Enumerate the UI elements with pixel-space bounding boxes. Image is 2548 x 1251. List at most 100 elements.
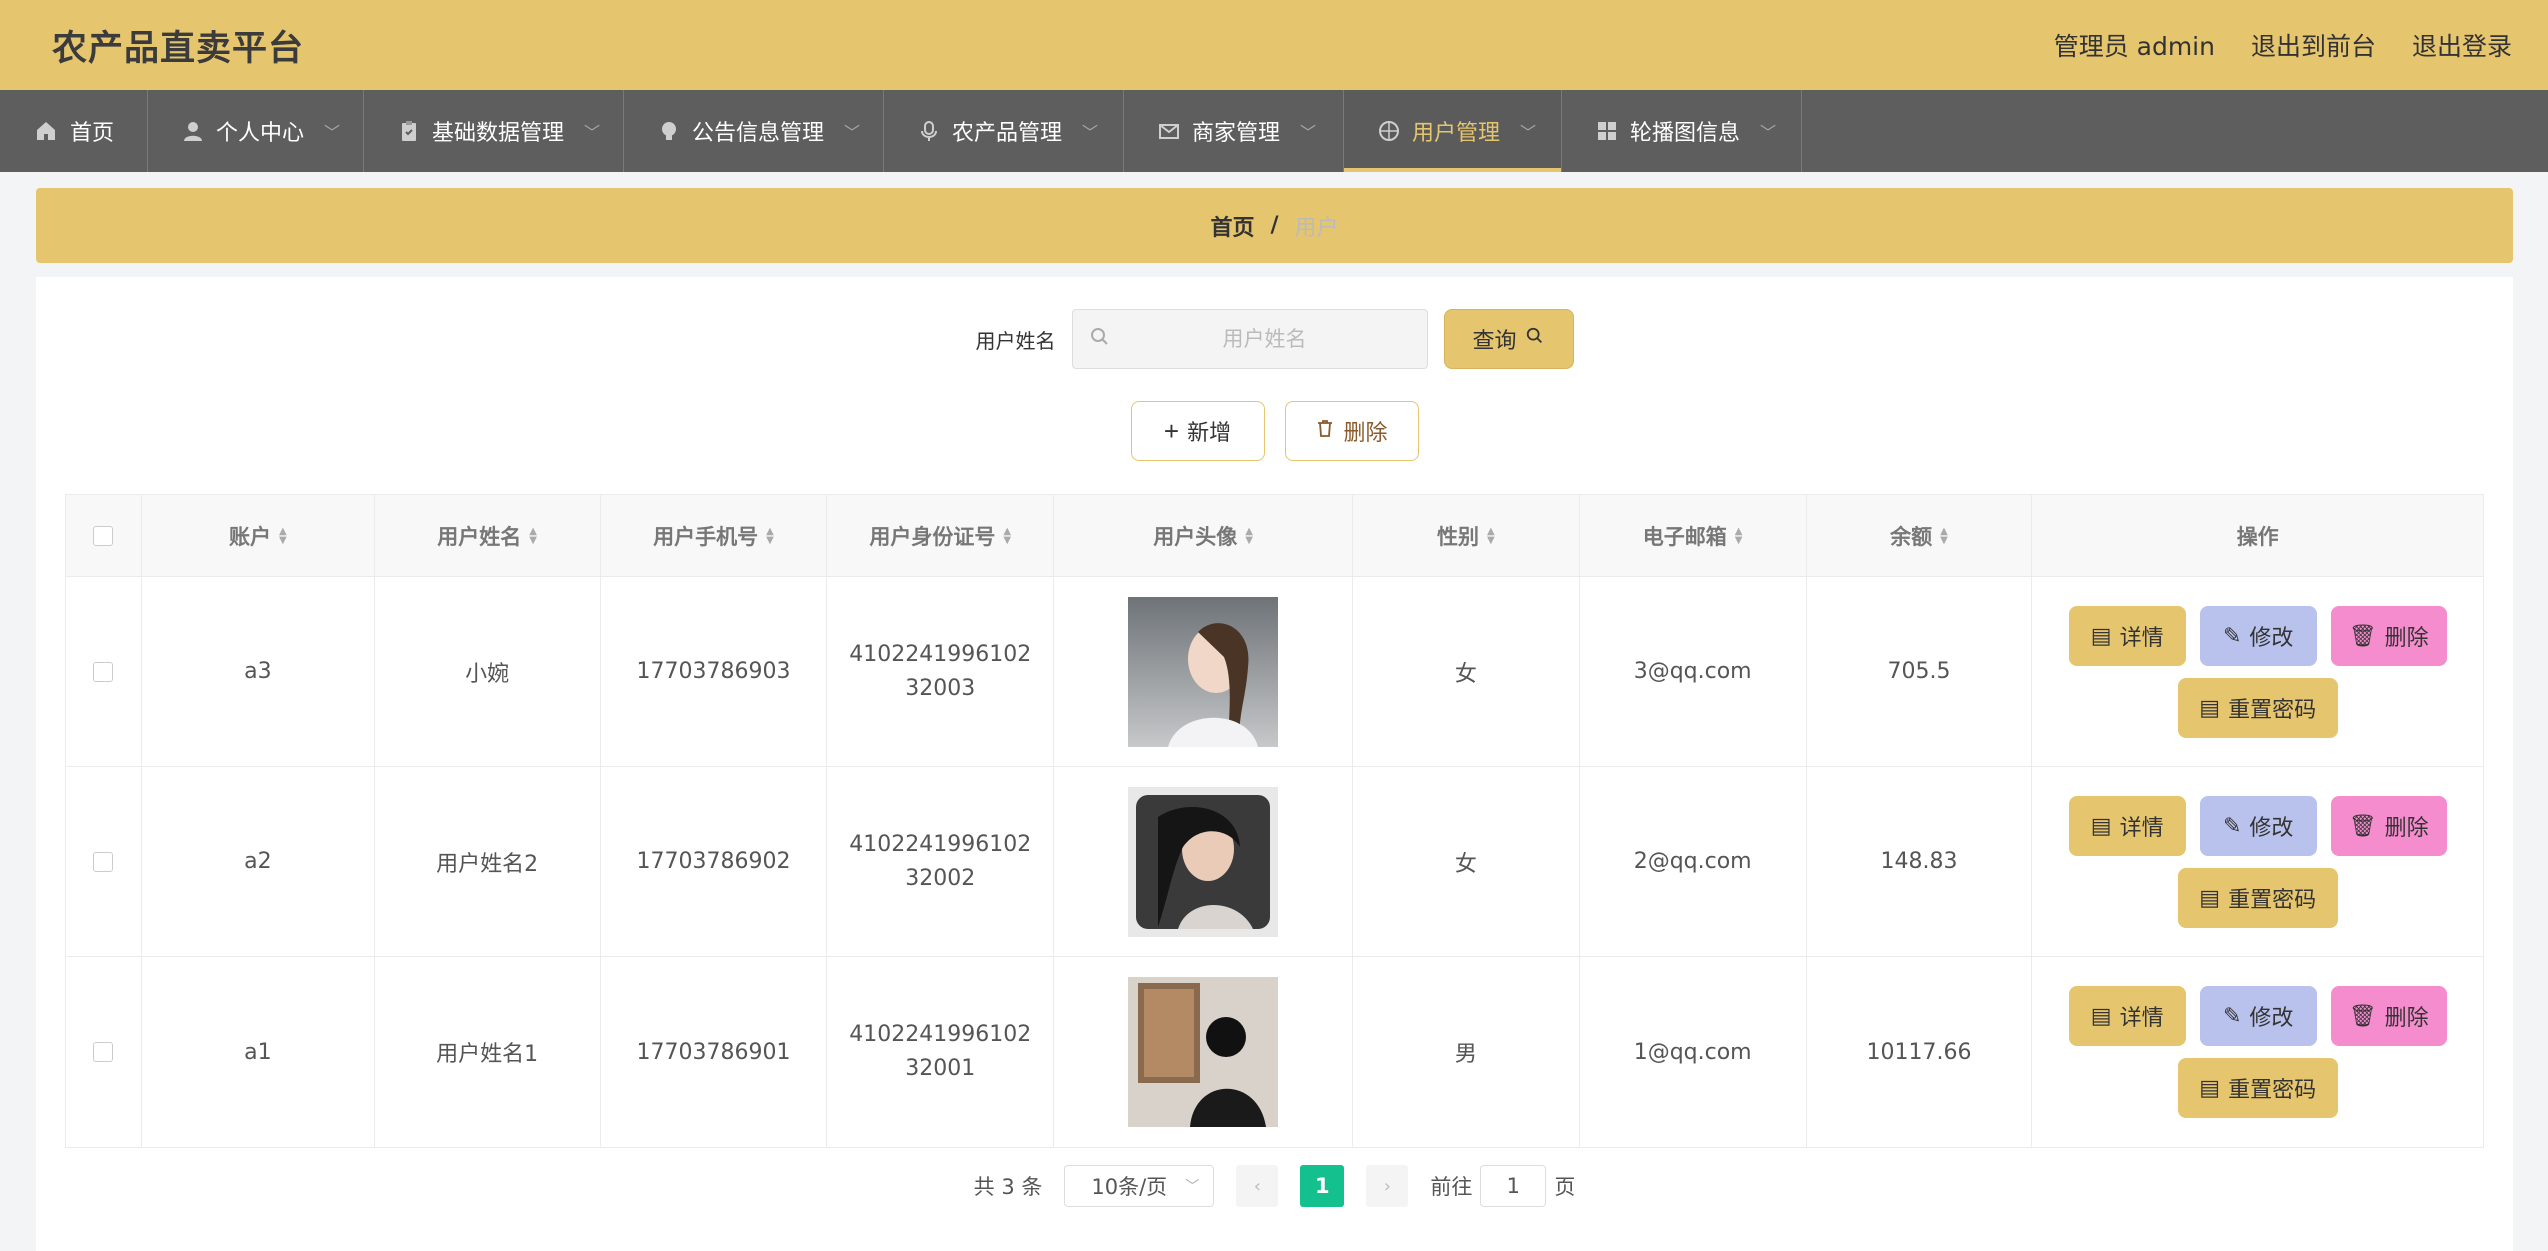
goto-page-input[interactable] — [1480, 1165, 1547, 1207]
col-header[interactable]: 用户手机号 ▲ ▼ — [601, 495, 828, 576]
document-icon: ▤ — [2090, 1003, 2112, 1028]
mail-icon — [1158, 119, 1180, 143]
cell-name: 用户姓名2 — [375, 767, 601, 956]
search-label: 用户姓名 — [975, 328, 1056, 353]
detail-button[interactable]: ▤ 详情 — [2068, 795, 2186, 856]
col-header[interactable]: 电子邮箱 ▲ ▼ — [1580, 495, 1807, 576]
top-links: 管理员 admin 退出到前台 退出登录 — [2054, 27, 2512, 63]
col-header[interactable]: 用户姓名 ▲ ▼ — [375, 495, 601, 576]
chevron-down-icon: ﹀ — [1760, 123, 1777, 142]
cell-balance: 148.83 — [1807, 767, 2033, 956]
delete-button[interactable]: 🗑 删除 — [2330, 795, 2447, 856]
document-icon: ▤ — [2090, 622, 2112, 648]
plus-icon: + — [1163, 415, 1180, 446]
document-icon: ▤ — [2199, 884, 2221, 910]
col-header[interactable]: 用户头像 ▲ ▼ — [1054, 495, 1353, 576]
nav-item-products[interactable]: 农产品管理 ﹀ — [884, 90, 1124, 172]
compass-icon — [1378, 119, 1400, 143]
table-row: a1 用户姓名1 17703786901 410224199610232001 … — [66, 957, 2483, 1147]
cell-phone: 17703786902 — [601, 767, 828, 956]
reset-password-button[interactable]: ▤ 重置密码 — [2177, 867, 2338, 928]
row-checkbox[interactable] — [93, 661, 114, 682]
front-link[interactable]: 退出到前台 — [2251, 27, 2376, 63]
detail-button[interactable]: ▤ 详情 — [2068, 986, 2186, 1046]
select-all-checkbox[interactable] — [93, 525, 114, 546]
detail-button[interactable]: ▤ 详情 — [2068, 605, 2186, 666]
bulb-icon — [658, 119, 680, 143]
chevron-down-icon: ﹀ — [1082, 123, 1099, 142]
pencil-icon: ✎ — [2222, 622, 2242, 648]
nav-label: 用户管理 — [1412, 121, 1501, 146]
clipboard-icon — [398, 119, 420, 143]
row-checkbox[interactable] — [93, 1042, 114, 1062]
row-actions: ▤ 详情 ✎ 修改 🗑 删除 ▤ 重置密码 — [2068, 986, 2447, 1118]
avatar[interactable] — [1128, 596, 1279, 747]
page-size-select[interactable]: 10条/页 ﹀ — [1064, 1165, 1215, 1207]
sort-icon: ▲ ▼ — [1940, 525, 1948, 546]
search-row: 用户姓名 查询 — [36, 309, 2513, 369]
nav-item-home[interactable]: 首页 — [0, 90, 148, 172]
search-icon — [1089, 326, 1111, 352]
cell-gender: 女 — [1353, 577, 1580, 766]
cell-id-card: 410224199610232003 — [849, 641, 1032, 701]
search-box — [1071, 309, 1428, 369]
cell-gender: 女 — [1353, 767, 1580, 956]
breadcrumb-current: 用户 — [1294, 215, 1339, 241]
nav-label: 首页 — [70, 121, 115, 146]
cell-phone: 17703786903 — [601, 577, 828, 766]
logout-link[interactable]: 退出登录 — [2412, 27, 2512, 63]
avatar[interactable] — [1128, 786, 1279, 937]
prev-page-button[interactable]: ‹ — [1236, 1165, 1279, 1207]
query-button[interactable]: 查询 — [1443, 309, 1574, 369]
add-button-label: 新增 — [1187, 420, 1232, 445]
search-input[interactable] — [1118, 327, 1411, 351]
reset-password-button[interactable]: ▤ 重置密码 — [2177, 677, 2338, 738]
breadcrumb: 首页 / 用户 — [36, 188, 2513, 263]
trash-icon: 🗑 — [2348, 1003, 2377, 1028]
cell-gender: 男 — [1353, 957, 1580, 1147]
edit-button[interactable]: ✎ 修改 — [2199, 795, 2317, 856]
sort-icon: ▲ ▼ — [1486, 525, 1495, 546]
edit-button[interactable]: ✎ 修改 — [2199, 986, 2317, 1046]
nav-item-merchants[interactable]: 商家管理 ﹀ — [1124, 90, 1344, 172]
cell-account: a2 — [142, 767, 375, 956]
pagination-total: 共 3 条 — [973, 1175, 1043, 1199]
home-icon — [34, 119, 58, 143]
reset-password-button[interactable]: ▤ 重置密码 — [2177, 1058, 2338, 1118]
col-header[interactable]: 账户 ▲ ▼ — [142, 495, 375, 576]
col-header[interactable]: 用户身份证号 ▲ ▼ — [827, 495, 1055, 576]
delete-button[interactable]: 🗑 删除 — [2330, 986, 2447, 1046]
row-actions: ▤ 详情 ✎ 修改 🗑 删除 ▤ 重置密码 — [2068, 795, 2447, 928]
current-page[interactable]: 1 — [1300, 1165, 1345, 1207]
pencil-icon: ✎ — [2222, 1003, 2242, 1028]
nav-item-notice[interactable]: 公告信息管理 ﹀ — [624, 90, 884, 172]
nav-item-users[interactable]: 用户管理 ﹀ — [1344, 90, 1562, 172]
chevron-down-icon: ﹀ — [1185, 1179, 1200, 1195]
delete-button[interactable]: 🗑 删除 — [2330, 605, 2447, 666]
chevron-down-icon: ﹀ — [584, 123, 601, 142]
col-header[interactable]: 性别 ▲ ▼ — [1353, 495, 1580, 576]
add-button[interactable]: + 新增 — [1130, 401, 1265, 461]
document-icon: ▤ — [2199, 1075, 2221, 1100]
edit-button[interactable]: ✎ 修改 — [2199, 605, 2317, 666]
chevron-down-icon: ﹀ — [844, 123, 861, 142]
document-icon: ▤ — [2090, 812, 2112, 838]
row-checkbox[interactable] — [93, 851, 114, 872]
avatar[interactable] — [1128, 977, 1279, 1127]
admin-label[interactable]: 管理员 admin — [2054, 27, 2215, 63]
page-jumper: 前往 页 — [1430, 1165, 1575, 1207]
nav-item-personal[interactable]: 个人中心 ﹀ — [148, 90, 364, 172]
trash-icon: 🗑 — [2348, 622, 2377, 648]
nav-item-basic-data[interactable]: 基础数据管理 ﹀ — [364, 90, 624, 172]
document-icon: ▤ — [2199, 694, 2221, 720]
next-page-button[interactable]: › — [1366, 1165, 1409, 1207]
chevron-down-icon: ﹀ — [324, 123, 341, 142]
batch-delete-label: 删除 — [1343, 420, 1388, 445]
select-all-cell — [66, 495, 142, 576]
nav-item-carousel[interactable]: 轮播图信息 ﹀ — [1562, 90, 1802, 172]
sort-icon: ▲ ▼ — [1003, 525, 1012, 546]
batch-delete-button[interactable]: 删除 — [1284, 401, 1419, 461]
cell-name: 用户姓名1 — [375, 957, 601, 1147]
col-header[interactable]: 余额 ▲ ▼ — [1807, 495, 2033, 576]
breadcrumb-home[interactable]: 首页 — [1210, 210, 1254, 242]
